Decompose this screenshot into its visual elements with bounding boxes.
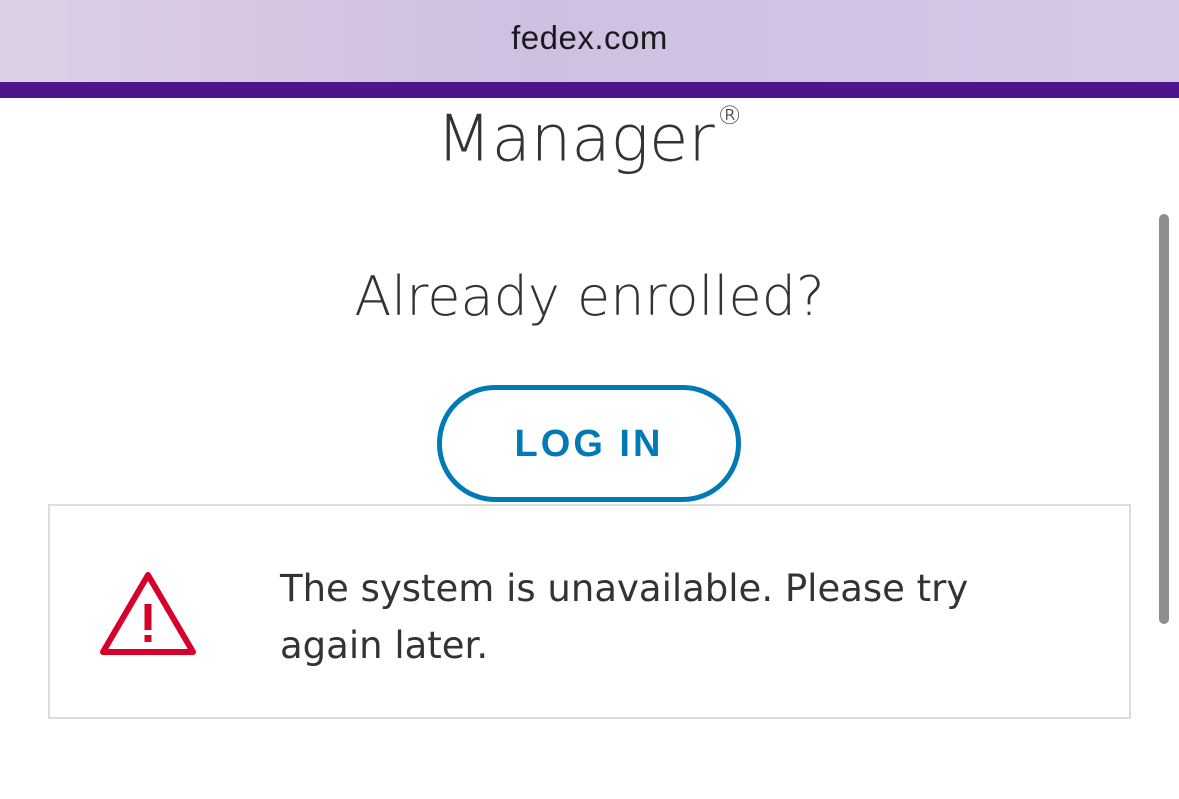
enrolled-prompt: Already enrolled? xyxy=(354,265,825,328)
error-message: The system is unavailable. Please try ag… xyxy=(280,567,969,667)
browser-url-bar[interactable]: fedex.com xyxy=(0,0,1179,82)
error-alert: The system is unavailable. Please try ag… xyxy=(48,504,1131,719)
page-title: Manager® xyxy=(0,88,1179,181)
registered-mark: ® xyxy=(716,101,743,131)
page-title-text: Manager xyxy=(436,102,715,177)
login-button-label: LOG IN xyxy=(514,423,664,465)
scrollbar[interactable] xyxy=(1159,214,1169,624)
login-button[interactable]: LOG IN xyxy=(437,385,741,502)
warning-triangle-icon xyxy=(100,572,196,655)
page: fedex.com Manager® Already enrolled? LOG… xyxy=(0,0,1179,799)
url-text[interactable]: fedex.com xyxy=(511,19,668,57)
